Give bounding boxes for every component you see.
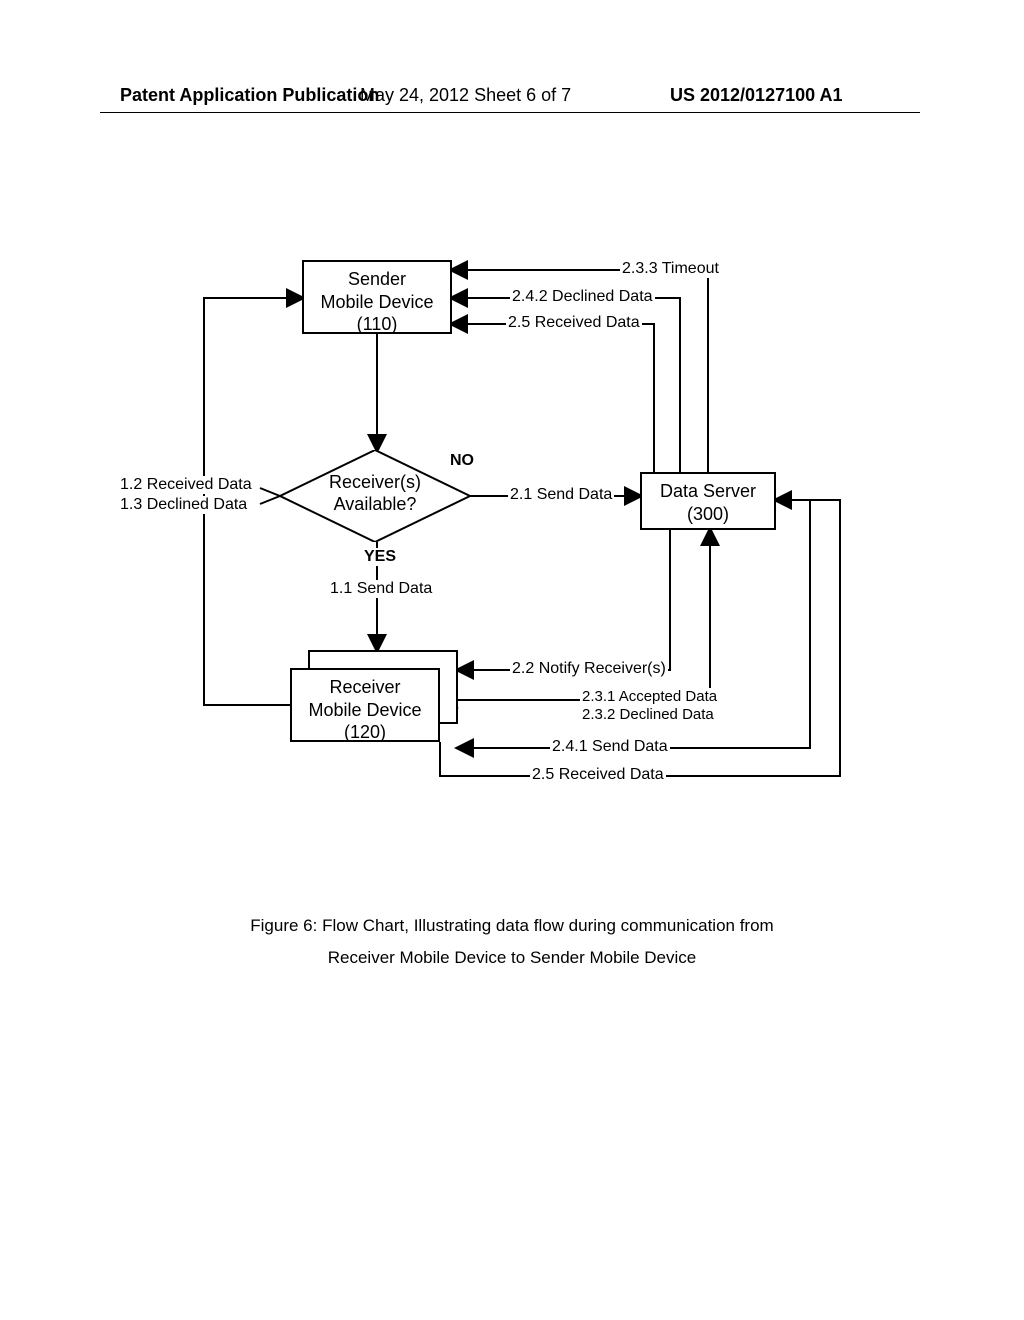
label-2-4-1: 2.4.1 Send Data — [550, 738, 670, 756]
label-1-1: 1.1 Send Data — [328, 580, 434, 598]
decision-line2: Available? — [280, 494, 470, 516]
label-2-5a: 2.5 Received Data — [506, 314, 642, 332]
label-2-1: 2.1 Send Data — [508, 486, 614, 504]
caption-line1: Figure 6: Flow Chart, Illustrating data … — [0, 910, 1024, 942]
connectors — [110, 260, 910, 820]
label-2-3-3: 2.3.3 Timeout — [620, 260, 721, 278]
server-box: Data Server (300) — [640, 472, 776, 530]
label-1-2: 1.2 Received Data — [118, 476, 254, 494]
receiver-line2: Mobile Device — [300, 699, 430, 722]
sender-line1: Sender — [312, 268, 442, 291]
flow-diagram: Sender Mobile Device (110) Receiver(s) A… — [110, 260, 910, 820]
label-2-5b: 2.5 Received Data — [530, 766, 666, 784]
sender-line2: Mobile Device — [312, 291, 442, 314]
receiver-box: Receiver Mobile Device (120) — [290, 668, 440, 742]
label-1-3: 1.3 Declined Data — [118, 496, 249, 514]
label-2-3-2: 2.3.2 Declined Data — [580, 706, 716, 723]
server-line2: (300) — [650, 503, 766, 526]
caption-line2: Receiver Mobile Device to Sender Mobile … — [0, 942, 1024, 974]
label-2-4-2: 2.4.2 Declined Data — [510, 288, 655, 306]
server-line1: Data Server — [650, 480, 766, 503]
label-2-2: 2.2 Notify Receiver(s) — [510, 660, 668, 678]
header-mid: May 24, 2012 Sheet 6 of 7 — [360, 85, 571, 106]
label-2-3-1: 2.3.1 Accepted Data — [580, 688, 719, 705]
header-right: US 2012/0127100 A1 — [670, 85, 842, 106]
header-rule — [100, 112, 920, 113]
receiver-line1: Receiver — [300, 676, 430, 699]
sender-line3: (110) — [312, 313, 442, 336]
label-yes: YES — [362, 548, 398, 566]
label-no: NO — [448, 452, 476, 470]
sender-box: Sender Mobile Device (110) — [302, 260, 452, 334]
receiver-line3: (120) — [300, 721, 430, 744]
header-left: Patent Application Publication — [120, 85, 379, 106]
figure-caption: Figure 6: Flow Chart, Illustrating data … — [0, 910, 1024, 975]
decision-diamond: Receiver(s) Available? — [280, 450, 470, 542]
decision-line1: Receiver(s) — [280, 472, 470, 494]
